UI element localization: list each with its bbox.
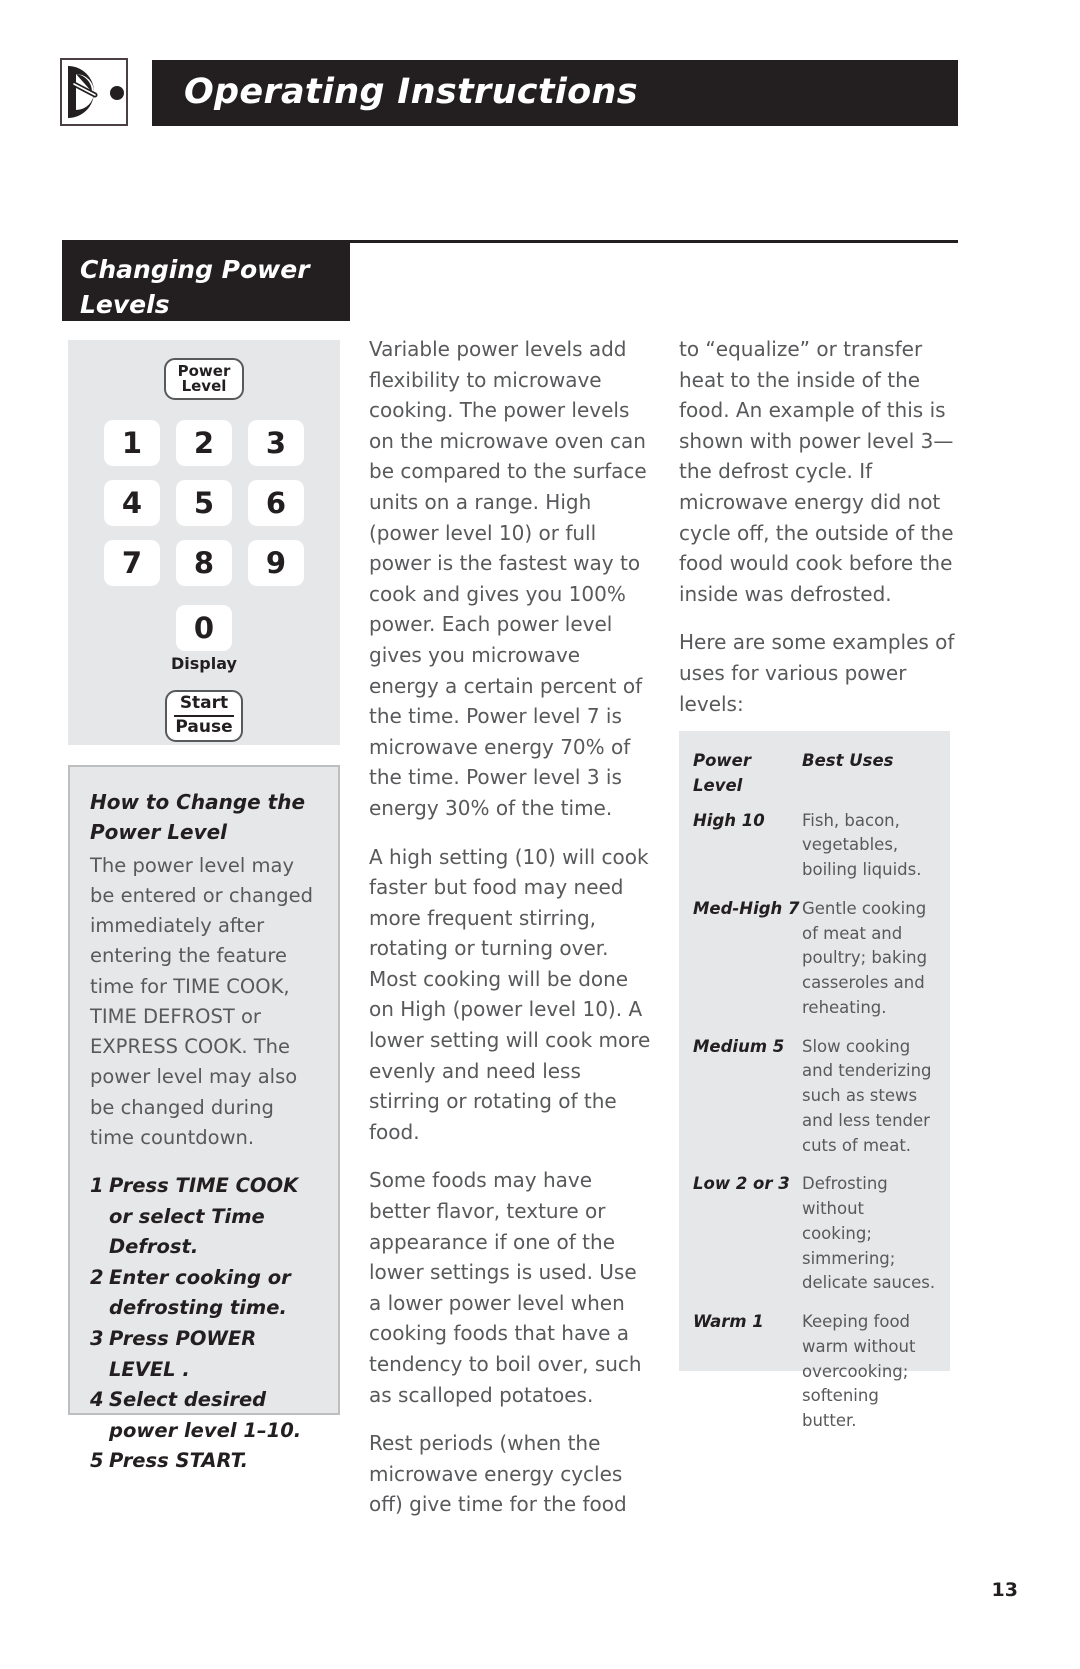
step-number: 5 (90, 1449, 104, 1473)
step-number: 2 (90, 1265, 104, 1289)
knob-dial-icon (60, 58, 128, 126)
start-pause-button[interactable]: Start Pause (165, 690, 243, 743)
how-to-change-power-level-box: How to Change the Power Level The power … (68, 765, 340, 1472)
howto-body-text: The power level may be entered or change… (90, 853, 314, 1149)
paragraph: Some foods may have better flavor, textu… (369, 1168, 642, 1407)
number-key[interactable]: 6 (248, 480, 304, 526)
cell-best-uses: Keeping food warm without overcooking; s… (802, 1312, 916, 1430)
cell-best-uses: Fish, bacon, vegetables, boiling liquids… (802, 810, 922, 880)
number-keypad: 1 2 3 4 5 6 7 8 9 (104, 420, 304, 586)
howto-step-item: 3 Press POWER LEVEL . (90, 1324, 320, 1385)
page-title: Operating Instructions (184, 72, 638, 113)
paragraph: Rest periods (when the microwave energy … (369, 1431, 627, 1517)
number-key[interactable]: 9 (248, 540, 304, 586)
number-key[interactable]: 4 (104, 480, 160, 526)
table-row: High 10 Fish, bacon, vegetables, boiling… (693, 809, 936, 883)
section-title-line2: Levels (80, 289, 170, 319)
zero-key-group: 0 Display (144, 605, 264, 673)
step-number: 3 (90, 1327, 104, 1351)
cell-best-uses: Gentle cooking of meat and poultry; baki… (802, 898, 928, 1017)
paragraph: to “equalize” or transfer heat to the in… (679, 337, 954, 606)
section-title-block: Changing Power Levels (62, 243, 350, 321)
number-key[interactable]: 3 (248, 420, 304, 466)
number-key-zero[interactable]: 0 (176, 605, 232, 651)
howto-step-item: 5 Press START. (90, 1446, 320, 1477)
howto-step-item: 1 Press TIME COOK or select Time Defrost… (90, 1171, 320, 1263)
header-bar: Operating Instructions (152, 60, 958, 126)
table-row: Medium 5 Slow cooking and tenderizing su… (693, 1035, 936, 1159)
cell-power-level: High 10 (693, 810, 765, 830)
paragraph: A high setting (10) will cook faster but… (369, 844, 651, 1144)
cell-best-uses: Defrosting without cooking; simmering; d… (802, 1174, 936, 1293)
howto-steps-list: 1 Press TIME COOK or select Time Defrost… (90, 1171, 320, 1477)
pause-label: Pause (175, 716, 233, 737)
page-number: 13 (991, 1579, 1018, 1601)
start-label: Start (179, 693, 229, 713)
step-text: Press START. (109, 1449, 248, 1473)
step-text: Enter cooking or defrosting time. (109, 1265, 291, 1320)
cell-power-level: Med-High 7 (693, 898, 800, 918)
power-level-button[interactable]: Power Level (164, 358, 244, 400)
keypad-diagram: Power Level 1 2 3 4 5 6 7 8 9 0 Display … (68, 340, 340, 745)
number-key[interactable]: 2 (176, 420, 232, 466)
howto-heading: How to Change the Power Level (90, 790, 306, 845)
column-header-power-level: Power Level (693, 751, 751, 795)
section-title-line1: Changing Power (80, 255, 310, 284)
howto-step-item: 4 Select desired power level 1–10. (90, 1385, 320, 1446)
howto-step-item: 2 Enter cooking or defrosting time. (90, 1263, 320, 1324)
table-row: Warm 1 Keeping food warm without overcoo… (693, 1310, 936, 1434)
step-text: Press POWER LEVEL . (109, 1327, 257, 1381)
table-row: Low 2 or 3 Defrosting without cooking; s… (693, 1172, 936, 1296)
cell-best-uses: Slow cooking and tenderizing such as ste… (802, 1036, 932, 1155)
step-text: Press TIME COOK or select Time Defrost. (109, 1173, 299, 1259)
number-key[interactable]: 1 (104, 420, 160, 466)
body-column-right: to “equalize” or transfer heat to the in… (679, 334, 959, 737)
paragraph: Here are some examples of uses for vario… (679, 630, 955, 716)
step-number: 4 (90, 1388, 104, 1412)
step-number: 1 (90, 1173, 104, 1197)
cell-power-level: Warm 1 (693, 1312, 764, 1331)
power-level-best-uses-table: Power Level Best Uses High 10 Fish, baco… (679, 731, 950, 1430)
paragraph: Variable power levels add flexibility to… (369, 337, 647, 820)
body-column-middle: Variable power levels add flexibility to… (369, 334, 655, 1538)
table-header-row: Power Level Best Uses (693, 749, 936, 799)
table-row: Med-High 7 Gentle cooking of meat and po… (693, 897, 936, 1021)
page-header: Operating Instructions (0, 58, 1080, 130)
column-header-best-uses: Best Uses (802, 751, 894, 770)
cell-power-level: Medium 5 (693, 1036, 785, 1056)
step-text: Select desired power level 1–10. (109, 1388, 302, 1442)
cell-power-level: Low 2 or 3 (693, 1174, 790, 1194)
number-key[interactable]: 5 (176, 480, 232, 526)
number-key[interactable]: 8 (176, 540, 232, 586)
section-title: Changing Power Levels (80, 253, 338, 322)
power-level-label-line2: Level (181, 377, 227, 395)
display-label: Display (171, 654, 237, 673)
number-key[interactable]: 7 (104, 540, 160, 586)
